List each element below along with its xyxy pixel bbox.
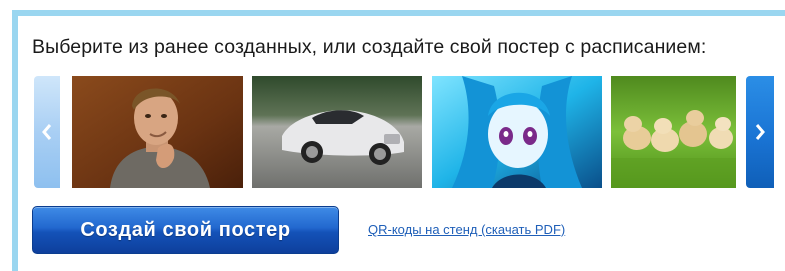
create-poster-button[interactable]: Создай свой постер [32, 206, 339, 254]
poster-thumbnail-anime[interactable] [432, 76, 602, 188]
carousel-next-button[interactable] [746, 76, 774, 188]
carousel-prev-button[interactable] [34, 76, 60, 188]
poster-thumbnail-man[interactable] [72, 76, 243, 188]
poster-thumbnail-puppies[interactable] [611, 76, 736, 188]
poster-thumbnail-car[interactable] [252, 76, 422, 188]
qr-codes-pdf-link[interactable]: QR-коды на стенд (скачать PDF) [368, 222, 565, 237]
panel-heading: Выберите из ранее созданных, или создайт… [32, 36, 707, 58]
chevron-left-icon [42, 124, 52, 140]
chevron-right-icon [755, 124, 765, 140]
